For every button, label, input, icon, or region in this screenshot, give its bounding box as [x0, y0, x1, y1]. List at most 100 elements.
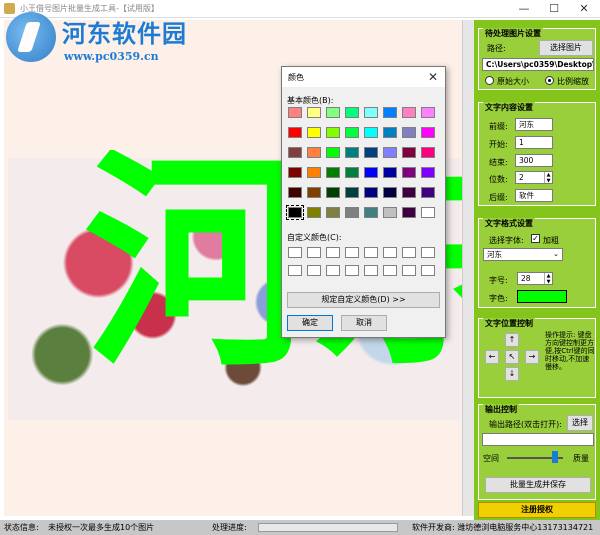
custom-color-slot[interactable] — [345, 265, 359, 276]
basic-color-swatch[interactable] — [421, 147, 435, 158]
basic-color-swatch[interactable] — [345, 187, 359, 198]
center-button[interactable]: ↖ — [505, 350, 519, 364]
basic-color-swatch[interactable] — [345, 147, 359, 158]
basic-color-swatch[interactable] — [326, 167, 340, 178]
basic-color-swatch[interactable] — [383, 147, 397, 158]
basic-color-swatch[interactable] — [421, 187, 435, 198]
end-input[interactable]: 300 — [515, 154, 553, 167]
basic-color-swatch[interactable] — [402, 167, 416, 178]
basic-color-swatch[interactable] — [326, 127, 340, 138]
custom-color-slot[interactable] — [402, 247, 416, 258]
cancel-button[interactable]: 取消 — [341, 315, 387, 331]
ratio-scale-radio[interactable] — [545, 76, 554, 85]
basic-color-swatch[interactable] — [364, 107, 378, 118]
settings-panel: 待处理图片设置 路径: 选择图片 C:\Users\pc0359\Desktop… — [474, 20, 600, 520]
basic-color-swatch[interactable] — [326, 187, 340, 198]
digits-spin-icon[interactable]: ▲ ▼ — [544, 172, 552, 183]
basic-color-swatch[interactable] — [402, 207, 416, 218]
basic-color-swatch[interactable] — [402, 187, 416, 198]
basic-color-swatch[interactable] — [326, 207, 340, 218]
basic-color-swatch[interactable] — [345, 167, 359, 178]
custom-color-slot[interactable] — [421, 247, 435, 258]
bold-label: 加粗 — [543, 236, 559, 245]
basic-color-swatch[interactable] — [383, 127, 397, 138]
batch-generate-button[interactable]: 批量生成并保存 — [485, 477, 591, 493]
basic-color-swatch[interactable] — [286, 205, 304, 220]
basic-color-swatch[interactable] — [326, 107, 340, 118]
basic-color-swatch[interactable] — [307, 147, 321, 158]
custom-color-slot[interactable] — [288, 265, 302, 276]
basic-color-swatch[interactable] — [288, 167, 302, 178]
original-size-radio[interactable] — [485, 76, 494, 85]
basic-color-swatch[interactable] — [364, 187, 378, 198]
custom-color-slot[interactable] — [307, 265, 321, 276]
basic-color-swatch[interactable] — [364, 127, 378, 138]
source-path-field[interactable]: C:\Users\pc0359\Desktop\ — [482, 58, 594, 71]
basic-color-swatch[interactable] — [307, 107, 321, 118]
basic-color-swatch[interactable] — [288, 187, 302, 198]
color-label: 字色: — [489, 294, 508, 303]
move-up-button[interactable]: ↑ — [505, 333, 519, 347]
basic-color-swatch[interactable] — [402, 107, 416, 118]
basic-color-swatch[interactable] — [288, 147, 302, 158]
basic-color-swatch[interactable] — [345, 207, 359, 218]
register-button[interactable]: 注册授权 — [478, 502, 596, 518]
basic-color-swatch[interactable] — [421, 207, 435, 218]
custom-color-slot[interactable] — [345, 247, 359, 258]
basic-color-swatch[interactable] — [326, 147, 340, 158]
custom-color-slot[interactable] — [364, 247, 378, 258]
watermark-site: www.pc0359.cn — [64, 50, 159, 63]
basic-color-swatch[interactable] — [402, 147, 416, 158]
basic-color-swatch[interactable] — [421, 127, 435, 138]
bold-checkbox[interactable]: ✓ — [531, 234, 540, 243]
define-custom-colors-button[interactable]: 规定自定义颜色(D) >> — [287, 292, 440, 308]
basic-color-swatch[interactable] — [345, 127, 359, 138]
basic-color-swatch[interactable] — [364, 167, 378, 178]
basic-color-swatch[interactable] — [383, 187, 397, 198]
maximize-button[interactable]: ☐ — [540, 0, 568, 18]
basic-color-swatch[interactable] — [402, 127, 416, 138]
basic-color-swatch[interactable] — [421, 107, 435, 118]
quality-slider-thumb[interactable] — [551, 451, 558, 463]
custom-color-slot[interactable] — [307, 247, 321, 258]
basic-color-swatch[interactable] — [307, 207, 321, 218]
basic-color-swatch[interactable] — [307, 167, 321, 178]
ok-button[interactable]: 确定 — [287, 315, 333, 331]
close-button[interactable]: ✕ — [570, 0, 598, 18]
custom-color-slot[interactable] — [421, 265, 435, 276]
select-image-button[interactable]: 选择图片 — [539, 40, 593, 56]
basic-color-swatch[interactable] — [307, 187, 321, 198]
basic-color-swatch[interactable] — [307, 127, 321, 138]
font-color-swatch[interactable] — [517, 290, 567, 303]
basic-color-swatch[interactable] — [421, 167, 435, 178]
basic-color-swatch[interactable] — [383, 167, 397, 178]
suffix-input[interactable]: 软件 — [515, 189, 553, 202]
basic-color-swatch[interactable] — [288, 107, 302, 118]
basic-color-swatch[interactable] — [364, 147, 378, 158]
basic-color-swatch[interactable] — [383, 207, 397, 218]
custom-color-slot[interactable] — [326, 247, 340, 258]
start-input[interactable]: 1 — [515, 136, 553, 149]
select-output-button[interactable]: 选择 — [567, 415, 593, 431]
font-select[interactable]: 河东 ⌄ — [483, 248, 563, 261]
basic-color-swatch[interactable] — [288, 127, 302, 138]
custom-color-slot[interactable] — [383, 265, 397, 276]
size-spin-icon[interactable]: ▲ ▼ — [544, 273, 552, 284]
size-stepper[interactable]: 28 ▲ ▼ — [517, 272, 553, 285]
move-down-button[interactable]: ↓ — [505, 367, 519, 381]
move-right-button[interactable]: → — [525, 350, 539, 364]
close-icon[interactable]: ✕ — [428, 70, 438, 84]
custom-color-slot[interactable] — [364, 265, 378, 276]
basic-color-swatch[interactable] — [345, 107, 359, 118]
prefix-input[interactable]: 河东 — [515, 118, 553, 131]
move-left-button[interactable]: ← — [485, 350, 499, 364]
custom-color-slot[interactable] — [326, 265, 340, 276]
custom-color-slot[interactable] — [288, 247, 302, 258]
custom-color-slot[interactable] — [402, 265, 416, 276]
output-path-field[interactable] — [482, 433, 594, 446]
minimize-button[interactable]: — — [510, 0, 538, 18]
basic-color-swatch[interactable] — [364, 207, 378, 218]
digits-stepper[interactable]: 2 ▲ ▼ — [515, 171, 553, 184]
custom-color-slot[interactable] — [383, 247, 397, 258]
basic-color-swatch[interactable] — [383, 107, 397, 118]
